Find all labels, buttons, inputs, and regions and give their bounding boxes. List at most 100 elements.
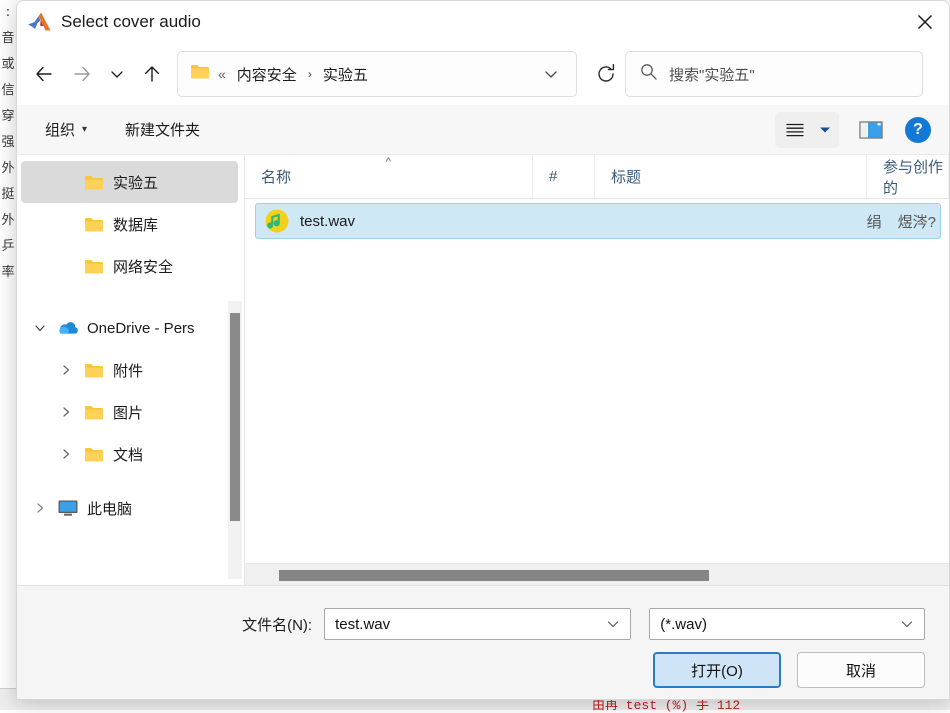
audio-file-icon — [264, 208, 290, 234]
sidebar-item-label: 图片 — [109, 402, 143, 423]
folder-icon — [79, 446, 109, 463]
sidebar-item-tupian[interactable]: 图片 — [21, 391, 238, 433]
sidebar-item-label: 实验五 — [109, 172, 158, 193]
chevron-right-icon[interactable] — [53, 363, 79, 377]
filename-input[interactable]: test.wav — [324, 608, 631, 640]
preview-pane-button[interactable] — [853, 114, 889, 146]
new-folder-button[interactable]: 新建文件夹 — [115, 113, 210, 146]
breadcrumb-overflow[interactable]: « — [218, 66, 233, 82]
cancel-button-label: 取消 — [846, 660, 876, 681]
sidebar-item-wendang[interactable]: 文档 — [21, 433, 238, 475]
breadcrumb-item-0[interactable]: 内容安全 — [233, 61, 301, 88]
command-bar: 组织 ▾ 新建文件夹 — [17, 105, 949, 155]
column-label: 参与创作的 — [883, 156, 948, 198]
sidebar-gap — [17, 475, 244, 487]
breadcrumb-item-1[interactable]: 实验五 — [319, 61, 372, 88]
dialog-button-row: 打开(O) 取消 — [653, 652, 925, 688]
preview-pane-icon — [859, 121, 883, 139]
cancel-button[interactable]: 取消 — [797, 652, 925, 688]
caret-down-icon: ▾ — [82, 124, 87, 135]
sidebar-item-label: 文档 — [109, 444, 143, 465]
sidebar-item-label: 此电脑 — [83, 498, 132, 519]
horizontal-scrollbar-thumb[interactable] — [279, 570, 709, 581]
refresh-icon — [595, 63, 617, 85]
column-label: # — [549, 168, 557, 185]
horizontal-scrollbar-track[interactable] — [245, 563, 949, 585]
organize-button[interactable]: 组织 ▾ — [35, 113, 97, 146]
arrow-left-icon — [33, 63, 55, 85]
folder-icon — [79, 404, 109, 421]
onedrive-icon — [53, 320, 83, 336]
column-header-row: ^ 名称 # 标题 参与创作的 — [245, 155, 949, 199]
column-header-name[interactable]: ^ 名称 — [245, 155, 533, 198]
file-meta-cell-2: 煜涔? — [898, 211, 936, 232]
navigation-sidebar: 实验五 数据库 网络安全 — [17, 155, 245, 585]
forward-button[interactable] — [63, 55, 101, 93]
chevron-down-icon[interactable] — [600, 617, 626, 631]
chevron-down-icon[interactable] — [27, 321, 53, 335]
view-mode-dropdown[interactable] — [813, 114, 837, 146]
chevron-right-icon[interactable] — [27, 501, 53, 515]
sidebar-item-shujuku[interactable]: 数据库 — [21, 203, 238, 245]
folder-icon — [190, 63, 210, 85]
dialog-titlebar: Select cover audio — [17, 1, 949, 43]
folder-icon — [79, 216, 109, 233]
file-type-filter[interactable]: (*.wav) — [649, 608, 925, 640]
monitor-icon — [53, 499, 83, 517]
new-folder-label: 新建文件夹 — [125, 119, 200, 140]
refresh-button[interactable] — [587, 55, 625, 93]
sidebar-item-label: 附件 — [109, 360, 143, 381]
close-button[interactable] — [901, 1, 949, 43]
folder-icon — [79, 174, 109, 191]
column-label: 标题 — [611, 166, 641, 187]
table-row[interactable]: test.wav 绢 煜涔? — [255, 203, 941, 239]
sidebar-item-wangluoanquan[interactable]: 网络安全 — [21, 245, 238, 287]
chevron-right-icon[interactable] — [53, 405, 79, 419]
sidebar-item-label: 数据库 — [109, 214, 158, 235]
help-button[interactable]: ? — [905, 117, 931, 143]
select-cover-audio-dialog: Select cover audio — [16, 0, 950, 700]
open-button-label: 打开(O) — [691, 660, 743, 681]
filename-label: 文件名(N): — [17, 614, 324, 635]
view-mode-button[interactable] — [777, 114, 813, 146]
chevron-down-icon — [109, 66, 125, 82]
open-button[interactable]: 打开(O) — [653, 652, 781, 688]
filename-value: test.wav — [335, 616, 600, 633]
sidebar-item-onedrive[interactable]: OneDrive - Pers — [21, 307, 238, 349]
column-header-number[interactable]: # — [533, 155, 595, 198]
column-header-contributors[interactable]: 参与创作的 — [867, 155, 949, 198]
address-bar[interactable]: « 内容安全 › 实验五 — [177, 51, 577, 97]
recent-locations-button[interactable] — [101, 55, 133, 93]
sidebar-item-label: OneDrive - Pers — [83, 320, 195, 337]
sidebar-item-thispc[interactable]: 此电脑 — [21, 487, 238, 529]
file-meta-cell-1: 绢 — [867, 211, 882, 232]
address-dropdown-button[interactable] — [532, 54, 570, 94]
caret-down-icon — [819, 126, 831, 134]
column-header-title[interactable]: 标题 — [595, 155, 867, 198]
search-icon — [640, 63, 657, 85]
help-icon: ? — [913, 121, 923, 139]
chevron-down-icon — [543, 66, 559, 82]
sidebar-item-shiyanwu[interactable]: 实验五 — [21, 161, 238, 203]
filename-row: 文件名(N): test.wav (*.wav) — [17, 608, 949, 640]
close-icon — [915, 12, 935, 32]
sidebar-item-fujian[interactable]: 附件 — [21, 349, 238, 391]
organize-label: 组织 — [45, 119, 75, 140]
dialog-footer: 文件名(N): test.wav (*.wav) 打开(O) 取消 — [17, 585, 949, 700]
up-button[interactable] — [133, 55, 171, 93]
chevron-right-icon[interactable] — [53, 447, 79, 461]
navigation-bar: « 内容安全 › 实验五 — [17, 43, 949, 105]
background-text-strip: : 音 或 信 穿 强 外 挺 外 乒 率 — [0, 0, 16, 710]
back-button[interactable] — [25, 55, 63, 93]
chevron-down-icon[interactable] — [894, 617, 920, 631]
file-list-pane: ^ 名称 # 标题 参与创作的 — [245, 155, 949, 585]
column-label: 名称 — [261, 166, 291, 187]
folder-icon — [79, 258, 109, 275]
search-input[interactable]: 搜索"实验五" — [625, 51, 923, 97]
sort-ascending-icon: ^ — [386, 157, 391, 168]
sidebar-scrollbar-thumb[interactable] — [230, 313, 240, 521]
breadcrumb-separator-0[interactable]: › — [301, 67, 319, 81]
breadcrumb: « 内容安全 › 实验五 — [218, 61, 532, 88]
matlab-icon — [27, 11, 53, 33]
arrow-right-icon — [71, 63, 93, 85]
